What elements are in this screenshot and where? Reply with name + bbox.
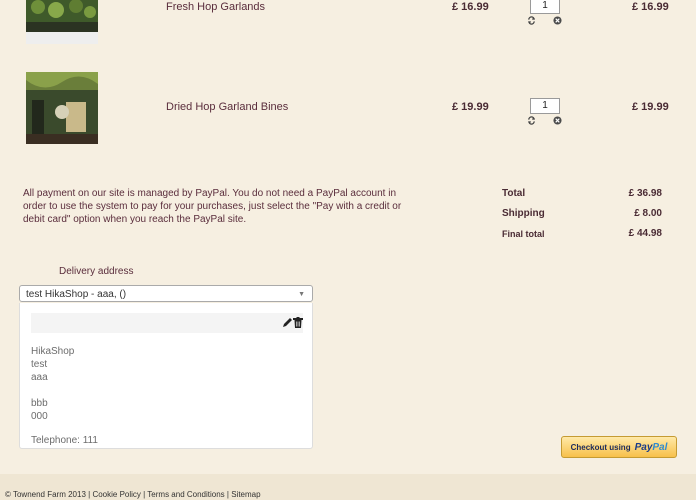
chevron-down-icon: ▼ (298, 291, 305, 298)
final-total-value: £ 44.98 (628, 228, 662, 239)
remove-icon[interactable] (553, 16, 562, 25)
trash-icon[interactable] (293, 317, 303, 328)
address-panel: HikaShop test aaa bbb 000 Telephone: 111 (19, 303, 313, 449)
product-image-dried-hop-garland-bines[interactable] (26, 72, 98, 144)
address-line: bbb (31, 398, 48, 409)
selected-address: test HikaShop - aaa, () (26, 289, 127, 300)
address-toolbar (31, 313, 303, 333)
address-lines: HikaShop test aaa bbb 000 (31, 345, 74, 423)
product-image-fresh-hop-garlands[interactable] (26, 0, 98, 44)
paypal-logo-pay: Pay (634, 441, 653, 453)
payment-note: All payment on our site is managed by Pa… (23, 188, 402, 225)
paypal-logo: PayPal (635, 442, 668, 453)
address-line: 000 (31, 411, 48, 422)
shipping-label: Shipping (502, 208, 545, 219)
unit-price: £ 19.99 (452, 101, 489, 113)
footer-link-cookie-policy[interactable]: Cookie Policy (92, 490, 140, 499)
refresh-icon[interactable] (527, 116, 536, 125)
total-label: Total (502, 188, 526, 199)
address-line: aaa (31, 372, 48, 383)
line-total: £ 19.99 (632, 101, 669, 113)
product-name[interactable]: Fresh Hop Garlands (166, 1, 265, 13)
delivery-address-select[interactable]: test HikaShop - aaa, () ▼ (19, 285, 313, 302)
footer-copyright: © Townend Farm 2013 (5, 490, 86, 499)
quantity-input[interactable] (530, 0, 560, 14)
total-value: £ 36.98 (628, 188, 662, 199)
paypal-logo-pal: Pal (652, 441, 668, 453)
pencil-icon[interactable] (282, 317, 293, 328)
checkout-paypal-button[interactable]: Checkout using PayPal (561, 436, 677, 458)
footer: © Townend Farm 2013 | Cookie Policy | Te… (5, 490, 261, 499)
footer-link-sitemap[interactable]: Sitemap (231, 490, 260, 499)
address-line: test (31, 359, 48, 370)
line-total: £ 16.99 (632, 1, 669, 13)
quantity-input[interactable] (530, 98, 560, 114)
checkout-prefix: Checkout using (570, 442, 631, 452)
product-photo (26, 72, 98, 144)
final-total-label: Final total (502, 229, 545, 239)
address-line (31, 384, 74, 397)
remove-icon[interactable] (553, 116, 562, 125)
address-telephone: Telephone: 111 (31, 435, 98, 446)
delivery-address-heading: Delivery address (59, 266, 134, 277)
product-name[interactable]: Dried Hop Garland Bines (166, 101, 288, 113)
footer-link-terms[interactable]: Terms and Conditions (147, 490, 224, 499)
refresh-icon[interactable] (527, 16, 536, 25)
unit-price: £ 16.99 (452, 1, 489, 13)
product-photo (26, 0, 98, 44)
shipping-value: £ 8.00 (634, 208, 662, 219)
address-line: HikaShop (31, 346, 75, 357)
